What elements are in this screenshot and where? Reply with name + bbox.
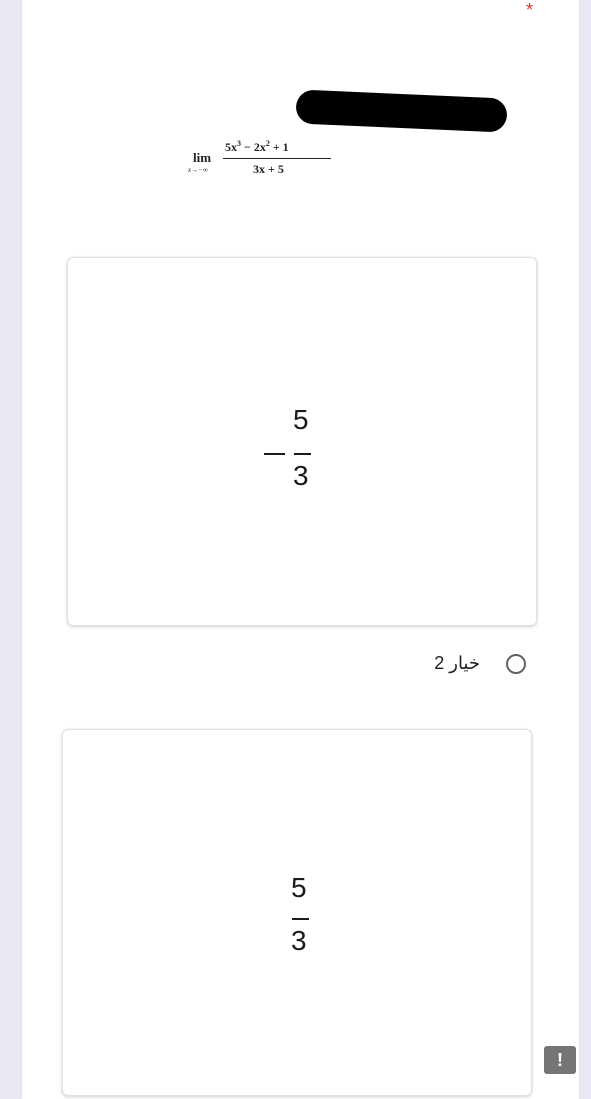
option-2-fraction: 5 3 xyxy=(288,869,318,959)
minus-sign xyxy=(264,453,285,455)
required-marker: * xyxy=(526,0,534,20)
fraction-denominator: 3 xyxy=(291,925,307,956)
fraction-numerator: 5 xyxy=(291,872,307,903)
formula-denominator: 3x + 5 xyxy=(253,162,284,176)
fraction-bar xyxy=(292,918,309,920)
option-2-row[interactable]: خيار 2 xyxy=(300,648,540,684)
limit-subscript: x→−∞ xyxy=(188,166,208,174)
fraction-numerator: 5 xyxy=(293,404,309,435)
feedback-icon[interactable]: ! xyxy=(544,1046,576,1074)
option-2-label[interactable]: خيار 2 xyxy=(434,653,480,674)
fraction-bar xyxy=(294,453,311,455)
limit-word: lim xyxy=(193,150,212,165)
option-1-fraction: 5 3 xyxy=(264,404,324,494)
fraction-denominator: 3 xyxy=(293,460,309,491)
question-formula: lim x→−∞ 5x3 − 2x2 + 1 3x + 5 xyxy=(185,136,345,186)
formula-fraction-bar xyxy=(223,158,331,159)
option-2-radio[interactable] xyxy=(506,654,526,674)
formula-numerator: 5x3 − 2x2 + 1 xyxy=(225,139,289,154)
